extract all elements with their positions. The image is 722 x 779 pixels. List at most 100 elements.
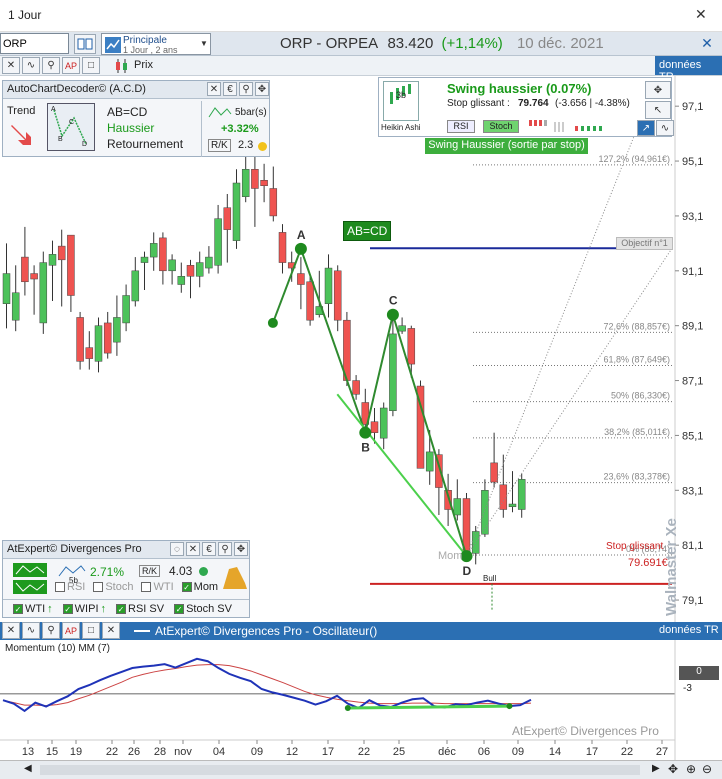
zoom-in-icon[interactable]: ⊕ — [686, 762, 696, 776]
osc-minus3: -3 — [683, 683, 692, 694]
osc-bg — [0, 640, 722, 760]
scroll-right-icon[interactable]: ▶ — [652, 763, 660, 774]
abcd-pattern-thumbnail[interactable]: A B C D — [47, 103, 95, 151]
price-tick-label: 85,1 — [682, 430, 703, 442]
heikin-thumbnail[interactable]: 3b — [383, 81, 419, 121]
oscillator-chart[interactable]: 13 15 19 22 26 28 nov 04 09 12 17 22 25 déc 06 09 14 17 22… — [0, 640, 722, 760]
acd-tools-icon[interactable]: ✕ — [207, 82, 221, 96]
trend-tool-icon[interactable]: ↗ — [637, 120, 655, 136]
candle — [407, 328, 416, 365]
candle — [260, 180, 268, 186]
div-cb-stoch-sv[interactable]: ✓ Stoch SV — [174, 603, 232, 615]
div-cb-rsi[interactable]: × RSI — [55, 581, 85, 593]
header-change: (+1,14%) — [441, 35, 503, 52]
price-tick-label: 81,1 — [682, 540, 703, 552]
osc-line-swatch — [134, 630, 150, 632]
osc-zoom-icon[interactable]: ⚲ — [42, 622, 60, 639]
data-source-badge: données TR — [655, 56, 722, 83]
lines-tool-icon[interactable]: ∿ — [656, 120, 674, 136]
acd-pattern: AB=CD — [107, 105, 148, 119]
div-cb-wti[interactable]: × WTI — [141, 581, 174, 593]
price-tick-label: 97,1 — [682, 101, 703, 113]
fib-level-label: 23,6% (83,378€) — [603, 472, 670, 482]
swing-rsi-button[interactable]: RSI — [447, 120, 475, 133]
swing-stop-value: 79.764 — [518, 98, 549, 109]
candle — [269, 188, 278, 217]
frame-icon[interactable]: □ — [82, 57, 100, 74]
candle — [186, 265, 195, 277]
mom-label: Mom — [438, 550, 463, 562]
pointer-tool-icon[interactable]: ↖ — [645, 101, 671, 119]
view-selector[interactable]: Principale 1 Jour , 2 ans ▼ — [101, 33, 211, 55]
acd-euro-icon[interactable]: € — [223, 82, 237, 96]
acd-move-icon[interactable]: ✥ — [255, 82, 269, 96]
acd-zoom-icon[interactable]: ⚲ — [239, 82, 253, 96]
candle-icon[interactable] — [114, 58, 130, 74]
indicator-icon[interactable]: ∿ — [22, 57, 40, 74]
header-price: 83.420 — [387, 35, 434, 52]
horizontal-scrollbar[interactable] — [40, 765, 640, 775]
close-icon[interactable]: ✕ — [695, 6, 707, 23]
fib-level-label: 61,8% (87,649€) — [603, 354, 670, 364]
candle — [425, 451, 434, 472]
candle — [214, 218, 222, 266]
price-chart[interactable]: 97,1 95,1 93,1 91,1 89,1 87,1 85,1 83,1 81,1 79,1… — [0, 76, 722, 622]
price-tick-label: 95,1 — [682, 156, 703, 168]
candle — [177, 276, 186, 285]
div-checkbox-row-1: × RSI × Stoch × WTI ✓ Mom — [55, 581, 218, 593]
swing-stoch-button[interactable]: Stoch — [483, 120, 519, 133]
acd-bars: 5bar(s) — [235, 107, 267, 118]
swing-bars-label: 3b — [396, 90, 407, 100]
div-cb-stoch[interactable]: × Stoch — [93, 581, 133, 593]
book-icon[interactable] — [74, 34, 96, 54]
osc-frame-icon[interactable]: □ — [82, 622, 100, 639]
div-euro-icon[interactable]: € — [202, 542, 216, 556]
div-cb-wti-sv[interactable]: ✓ WTI ↑ — [13, 603, 53, 615]
acd-direction: Haussier — [107, 121, 155, 135]
osc-indicator-icon[interactable]: ∿ — [22, 622, 40, 639]
fib-level-label: 38,2% (85,011€) — [604, 427, 670, 437]
ap-icon[interactable]: AP — [62, 57, 80, 74]
div-cb-wipi[interactable]: ✓ WIPI ↑ — [62, 603, 106, 615]
tools-icon[interactable]: ✕ — [696, 35, 718, 53]
candle — [481, 490, 489, 535]
abcd-tag: AB=CD — [343, 221, 392, 241]
symbol-input[interactable] — [0, 33, 69, 54]
swing-stop-label: Stop glissant : — [447, 98, 510, 109]
zoom-out-icon[interactable]: ⊖ — [702, 762, 712, 776]
date-tick-label: 17 — [586, 746, 598, 758]
bell-icon[interactable] — [217, 563, 251, 595]
abcd-point-c — [386, 308, 399, 321]
div-green-block-1 — [13, 563, 47, 577]
osc-ap-icon[interactable]: AP — [62, 622, 80, 639]
move-cross-icon[interactable]: ✥ — [645, 81, 671, 99]
objectif-label: Objectif n°1 — [616, 237, 673, 250]
div-move-icon[interactable]: ✥ — [234, 542, 248, 556]
rk-icon: R/K — [208, 139, 231, 152]
pattern-bars-icon — [208, 107, 232, 118]
swing-banner: Swing Haussier (sortie par stop) — [425, 138, 588, 154]
div-cb-mom[interactable]: ✓ Mom — [181, 581, 218, 593]
osc-tools-icon[interactable]: ✕ — [2, 622, 20, 639]
tools-cross-icon[interactable]: ✕ — [2, 57, 20, 74]
thumb-b: B — [58, 136, 63, 143]
price-toggle-label[interactable]: Prix — [134, 59, 153, 71]
oscillator-svg: 13 15 19 22 26 28 nov 04 09 12 17 22 25 déc 06 09 14 17 22… — [0, 640, 722, 760]
zoom-icon[interactable]: ⚲ — [42, 57, 60, 74]
abcd-label-b: B — [361, 441, 370, 455]
div-cb-rsi-sv[interactable]: ✓ RSI SV — [116, 603, 164, 615]
div-refresh-icon[interactable]: ◌ — [170, 542, 184, 556]
pan-icon[interactable]: ✥ — [668, 762, 678, 776]
scroll-left-icon[interactable]: ◀ — [24, 763, 32, 774]
acd-pct: +3.32% — [221, 123, 259, 135]
div-pct: 2.71% — [90, 565, 125, 579]
chart-toolbar: ✕ ∿ ⚲ AP □ Prix données TR — [0, 56, 722, 83]
div-tools-icon[interactable]: ✕ — [186, 542, 200, 556]
candle — [159, 237, 167, 272]
price-tick-label: 93,1 — [682, 211, 703, 223]
osc-close-icon[interactable]: ✕ — [102, 622, 120, 639]
candle — [76, 317, 84, 362]
osc-watermark: AtExpert© Divergences Pro — [512, 724, 659, 738]
div-zoom-icon[interactable]: ⚲ — [218, 542, 232, 556]
projection-line — [466, 248, 673, 557]
